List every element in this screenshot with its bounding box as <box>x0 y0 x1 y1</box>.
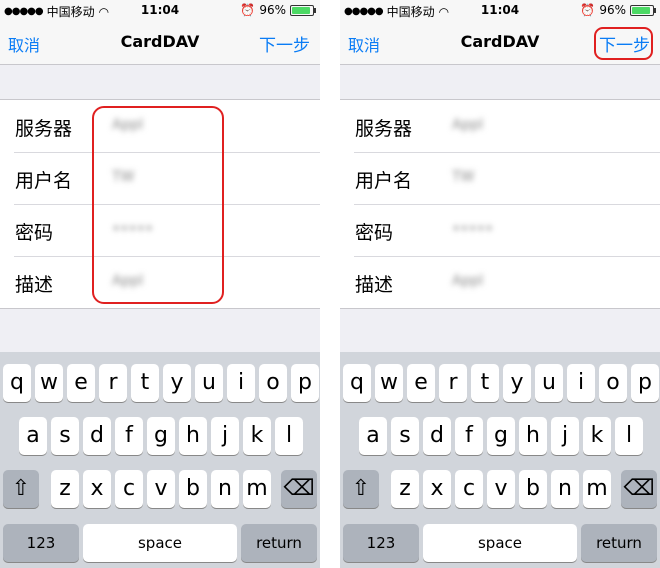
battery-percent: 96% <box>259 3 286 17</box>
key-p[interactable]: p <box>631 364 659 402</box>
keyboard: q w e r t y u i o p a s d f g h j k l ⇧ z x c v b n m ⌫ 123 space retu… <box>0 352 320 568</box>
nav-bar: 取消 CardDAV 下一步 <box>0 20 320 65</box>
server-field[interactable]: Appl <box>452 117 483 133</box>
key-g[interactable]: g <box>487 417 515 455</box>
username-label: 用户名 <box>355 170 413 192</box>
space-key[interactable]: space <box>83 524 237 562</box>
key-d[interactable]: d <box>423 417 451 455</box>
key-t[interactable]: t <box>471 364 499 402</box>
server-label: 服务器 <box>15 118 73 140</box>
shift-key[interactable]: ⇧ <box>3 470 39 508</box>
password-label: 密码 <box>15 222 54 244</box>
delete-icon: ⌫ <box>283 476 315 501</box>
key-o[interactable]: o <box>259 364 287 402</box>
username-label: 用户名 <box>15 170 73 192</box>
alarm-icon: ⏰ <box>580 3 596 17</box>
key-h[interactable]: h <box>519 417 547 455</box>
key-o[interactable]: o <box>599 364 627 402</box>
key-w[interactable]: w <box>375 364 403 402</box>
status-bar: ●●●●● 中国移动 ◠ 11:04 ⏰ 96% <box>0 0 320 20</box>
battery-percent: 96% <box>599 3 626 17</box>
key-m[interactable]: m <box>583 470 611 508</box>
key-u[interactable]: u <box>195 364 223 402</box>
status-bar: ●●●●● 中国移动 ◠ 11:04 ⏰ 96% <box>340 0 660 20</box>
key-f[interactable]: f <box>115 417 143 455</box>
key-e[interactable]: e <box>67 364 95 402</box>
return-key[interactable]: return <box>581 524 657 562</box>
username-row[interactable]: 用户名 TW <box>340 152 660 204</box>
key-v[interactable]: v <box>147 470 175 508</box>
key-q[interactable]: q <box>3 364 31 402</box>
next-button-highlight-box <box>594 27 653 60</box>
key-s[interactable]: s <box>391 417 419 455</box>
key-x[interactable]: x <box>423 470 451 508</box>
key-d[interactable]: d <box>83 417 111 455</box>
key-a[interactable]: a <box>19 417 47 455</box>
password-label: 密码 <box>355 222 394 244</box>
key-r[interactable]: r <box>99 364 127 402</box>
return-key[interactable]: return <box>241 524 317 562</box>
key-j[interactable]: j <box>551 417 579 455</box>
battery-icon <box>630 4 656 16</box>
key-y[interactable]: y <box>163 364 191 402</box>
key-k[interactable]: k <box>243 417 271 455</box>
key-i[interactable]: i <box>567 364 595 402</box>
keyboard: q w e r t y u i o p a s d f g h j k l ⇧ z x c v b n m ⌫ 123 space retu… <box>340 352 660 568</box>
key-h[interactable]: h <box>179 417 207 455</box>
key-v[interactable]: v <box>487 470 515 508</box>
key-b[interactable]: b <box>519 470 547 508</box>
key-n[interactable]: n <box>211 470 239 508</box>
numbers-key[interactable]: 123 <box>343 524 419 562</box>
key-s[interactable]: s <box>51 417 79 455</box>
key-q[interactable]: q <box>343 364 371 402</box>
key-z[interactable]: z <box>391 470 419 508</box>
username-field[interactable]: TW <box>452 169 474 185</box>
key-g[interactable]: g <box>147 417 175 455</box>
key-w[interactable]: w <box>35 364 63 402</box>
key-k[interactable]: k <box>583 417 611 455</box>
password-field[interactable]: ••••• <box>452 221 493 237</box>
shift-icon: ⇧ <box>351 476 371 501</box>
screen-left: ●●●●● 中国移动 ◠ 11:04 ⏰ 96% 取消 CardDAV 下一步 … <box>0 0 320 568</box>
numbers-key[interactable]: 123 <box>3 524 79 562</box>
key-r[interactable]: r <box>439 364 467 402</box>
screen-right: ●●●●● 中国移动 ◠ 11:04 ⏰ 96% 取消 CardDAV 下一步 … <box>340 0 660 568</box>
fields-highlight-box <box>92 106 224 304</box>
key-f[interactable]: f <box>455 417 483 455</box>
key-l[interactable]: l <box>275 417 303 455</box>
delete-key[interactable]: ⌫ <box>621 470 657 508</box>
key-a[interactable]: a <box>359 417 387 455</box>
server-label: 服务器 <box>355 118 413 140</box>
delete-icon: ⌫ <box>623 476 655 501</box>
delete-key[interactable]: ⌫ <box>281 470 317 508</box>
key-j[interactable]: j <box>211 417 239 455</box>
key-x[interactable]: x <box>83 470 111 508</box>
shift-key[interactable]: ⇧ <box>343 470 379 508</box>
key-c[interactable]: c <box>115 470 143 508</box>
key-e[interactable]: e <box>407 364 435 402</box>
key-b[interactable]: b <box>179 470 207 508</box>
key-i[interactable]: i <box>227 364 255 402</box>
key-u[interactable]: u <box>535 364 563 402</box>
key-c[interactable]: c <box>455 470 483 508</box>
key-z[interactable]: z <box>51 470 79 508</box>
description-row[interactable]: 描述 Appl <box>340 256 660 308</box>
space-key[interactable]: space <box>423 524 577 562</box>
shift-icon: ⇧ <box>11 476 31 501</box>
key-y[interactable]: y <box>503 364 531 402</box>
key-l[interactable]: l <box>615 417 643 455</box>
description-field[interactable]: Appl <box>452 273 483 289</box>
key-m[interactable]: m <box>243 470 271 508</box>
password-row[interactable]: 密码 ••••• <box>340 204 660 256</box>
key-t[interactable]: t <box>131 364 159 402</box>
description-label: 描述 <box>15 274 54 296</box>
key-n[interactable]: n <box>551 470 579 508</box>
key-p[interactable]: p <box>291 364 319 402</box>
description-label: 描述 <box>355 274 394 296</box>
server-row[interactable]: 服务器 Appl <box>340 100 660 152</box>
carddav-form: 服务器 Appl 用户名 TW 密码 ••••• 描述 Appl <box>340 99 660 309</box>
next-button[interactable]: 下一步 <box>259 31 310 56</box>
battery-icon <box>290 4 316 16</box>
alarm-icon: ⏰ <box>240 3 256 17</box>
